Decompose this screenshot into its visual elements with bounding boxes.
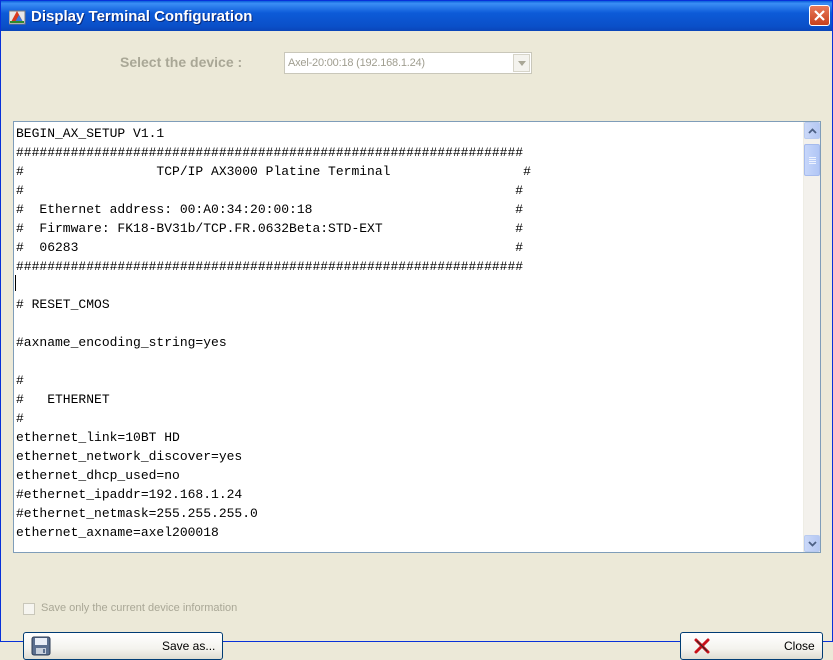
cancel-x-icon xyxy=(694,638,710,654)
dropdown-button[interactable] xyxy=(513,54,530,72)
config-line: # ETHERNET xyxy=(16,392,110,407)
config-line: ethernet_network_discover=yes xyxy=(16,449,243,464)
close-label: Close xyxy=(784,639,815,653)
config-line: #axname_encoding_string=yes xyxy=(16,335,227,350)
config-line: BEGIN_AX_SETUP V1.1 xyxy=(16,126,165,141)
configuration-text-content[interactable]: BEGIN_AX_SETUP V1.1 #####################… xyxy=(16,124,802,550)
configuration-text-area[interactable]: BEGIN_AX_SETUP V1.1 #####################… xyxy=(13,121,821,553)
config-line xyxy=(16,314,802,333)
save-as-label: Save as... xyxy=(162,639,216,653)
save-current-only-checkbox[interactable] xyxy=(23,603,35,615)
config-line: ethernet_axname=axel200018 xyxy=(16,525,219,540)
chevron-down-icon xyxy=(518,61,526,66)
config-line xyxy=(16,352,802,371)
config-line: ########################################… xyxy=(16,259,524,274)
config-line: ethernet_link=10BT HD xyxy=(16,430,180,445)
config-line: ethernet_dhcp_used=no xyxy=(16,468,180,483)
vertical-scrollbar[interactable] xyxy=(803,122,820,552)
save-as-button[interactable]: Save as... xyxy=(23,632,223,660)
window-close-button[interactable] xyxy=(809,5,830,26)
config-line: # xyxy=(16,373,24,388)
config-line: # RESET_CMOS xyxy=(16,297,110,312)
config-line: # # xyxy=(16,183,524,198)
device-select-value: Axel-20:00:18 (192.168.1.24) xyxy=(288,57,425,69)
arrow-up-icon xyxy=(808,128,817,134)
config-line xyxy=(16,276,802,295)
window-title: Display Terminal Configuration xyxy=(31,8,253,25)
scroll-thumb[interactable] xyxy=(804,144,820,176)
config-line: # 06283 # xyxy=(16,240,524,255)
scroll-up-button[interactable] xyxy=(804,122,820,139)
save-current-only-label: Save only the current device information xyxy=(41,602,238,614)
app-icon xyxy=(8,8,27,25)
scroll-down-button[interactable] xyxy=(804,535,820,552)
config-line: ########################################… xyxy=(16,145,524,160)
device-select-row: Select the device : Axel-20:00:18 (192.1… xyxy=(1,52,832,76)
configuration-window: Display Terminal Configuration Select th… xyxy=(0,0,833,660)
config-line: # xyxy=(16,411,24,426)
config-line: # Firmware: FK18-BV31b/TCP.FR.0632Beta:S… xyxy=(16,221,524,236)
arrow-down-icon xyxy=(808,541,817,547)
config-line: # Ethernet address: 00:A0:34:20:00:18 # xyxy=(16,202,524,217)
close-icon xyxy=(814,10,825,21)
config-line: #ethernet_netmask=255.255.255.0 xyxy=(16,506,258,521)
device-select[interactable]: Axel-20:00:18 (192.168.1.24) xyxy=(284,52,532,74)
device-select-label: Select the device : xyxy=(120,54,243,70)
close-button[interactable]: Close xyxy=(680,632,823,660)
text-caret xyxy=(15,275,16,291)
floppy-disk-icon xyxy=(31,636,51,656)
title-bar[interactable]: Display Terminal Configuration xyxy=(1,1,832,31)
config-line: # TCP/IP AX3000 Platine Terminal # xyxy=(16,164,531,179)
config-line: #ethernet_ipaddr=192.168.1.24 xyxy=(16,487,243,502)
